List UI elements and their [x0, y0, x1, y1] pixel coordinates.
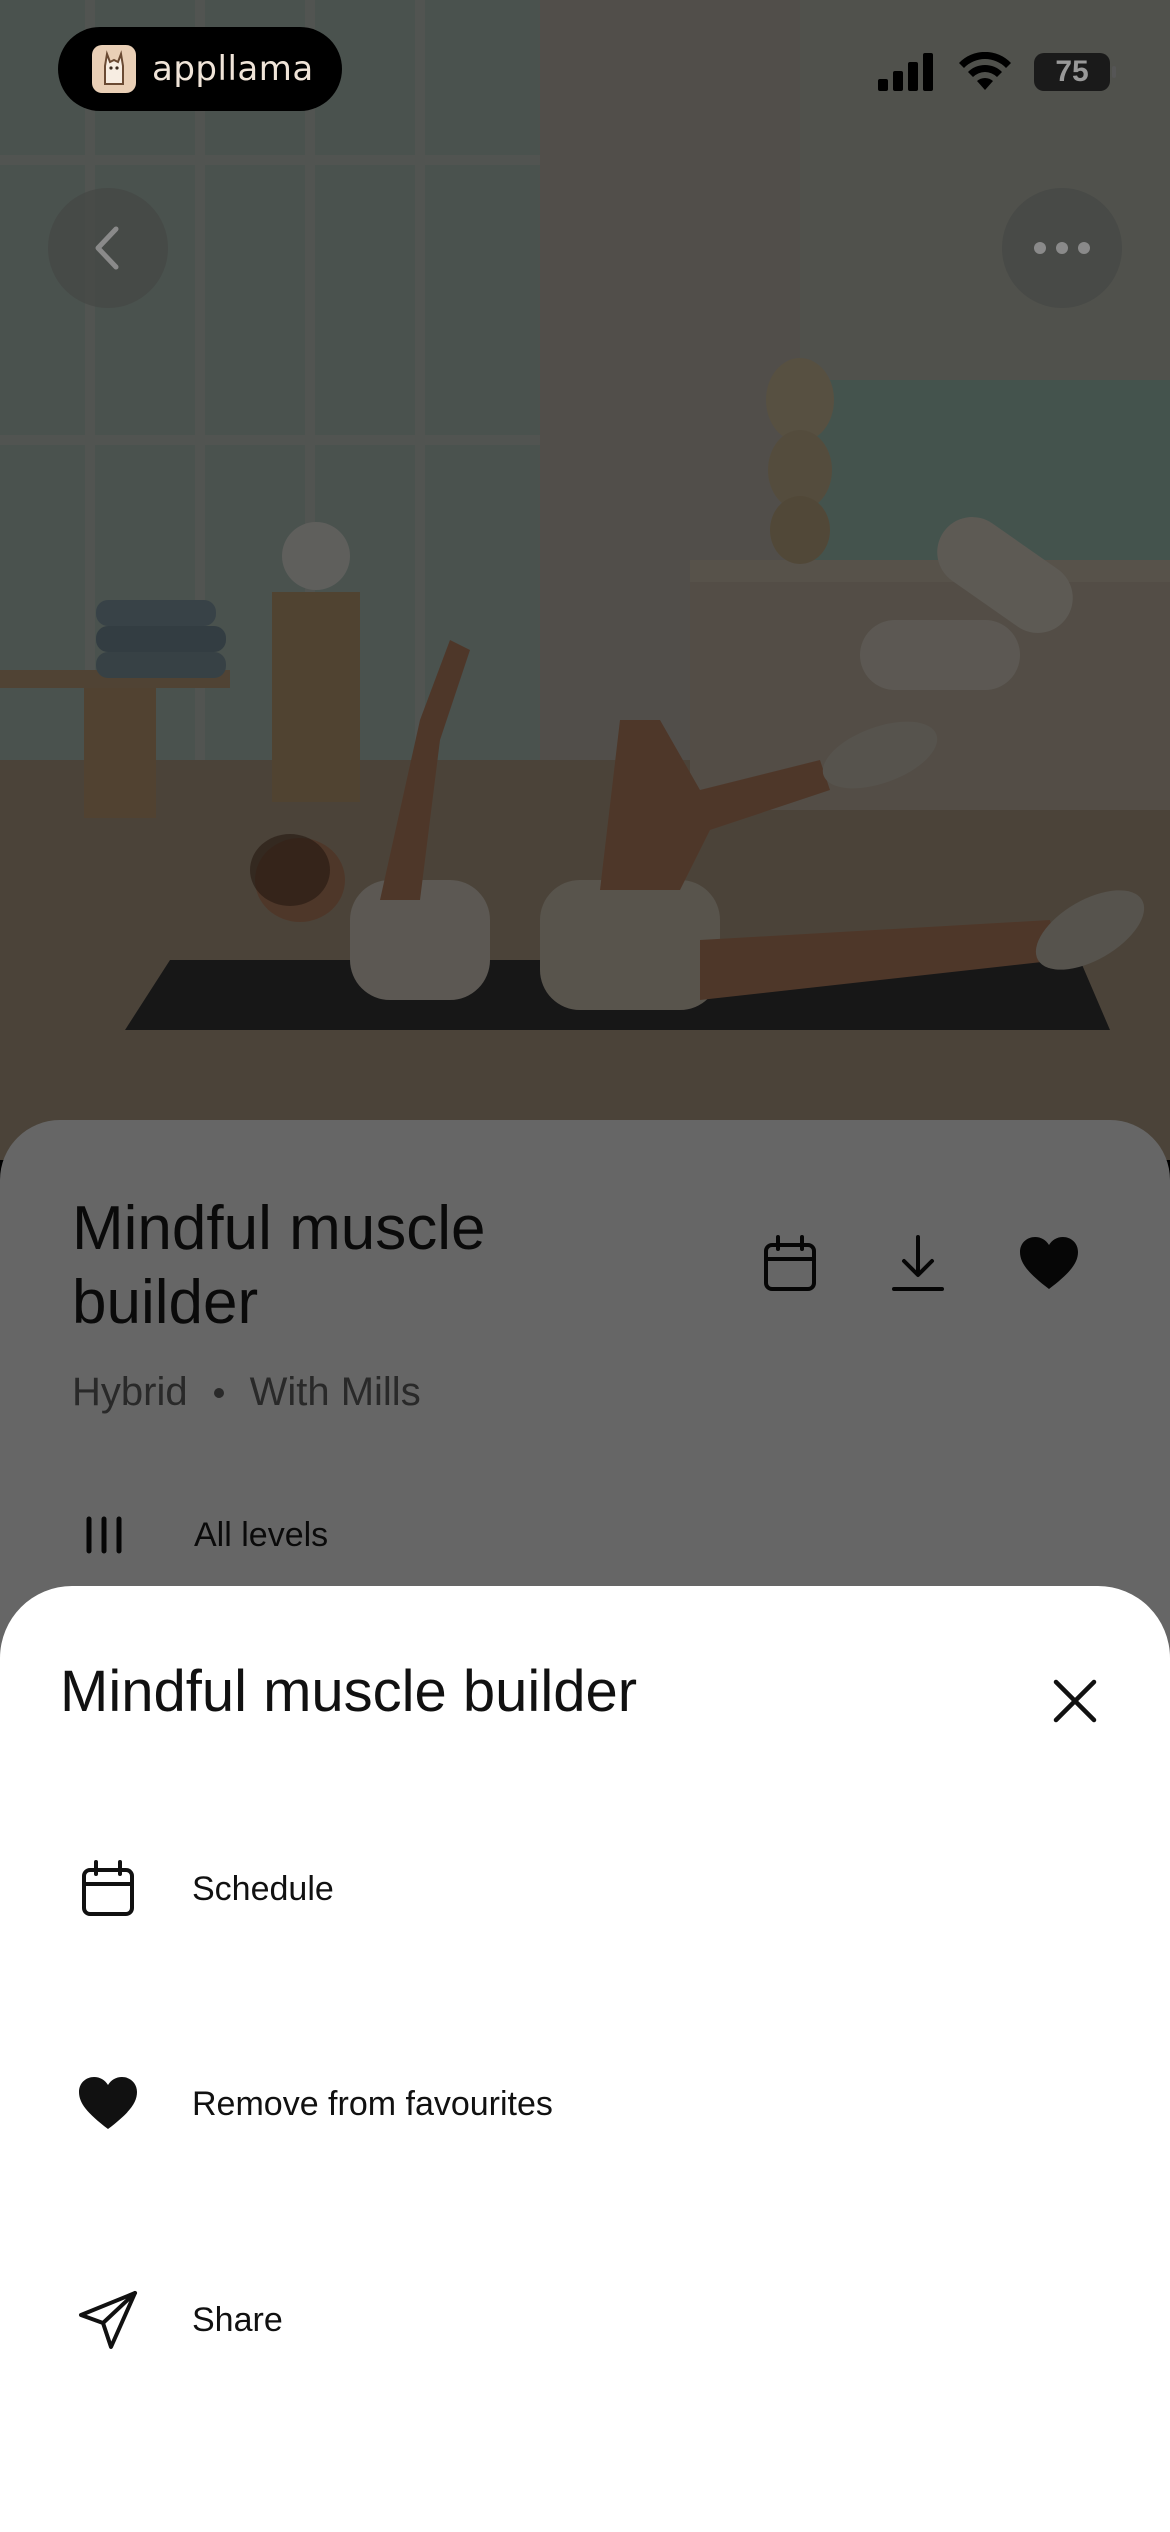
schedule-label: Schedule: [192, 1869, 334, 1908]
level-row: All levels: [84, 1515, 328, 1555]
app-indicator-pill: appllama: [58, 27, 342, 111]
close-icon: [1053, 1679, 1097, 1723]
schedule-option[interactable]: Schedule: [70, 1829, 1100, 1949]
wifi-icon: [959, 52, 1011, 90]
sheet-title: Mindful muscle builder: [60, 1659, 638, 1724]
battery-level: 75: [1055, 55, 1089, 88]
status-icons: 75: [878, 52, 1116, 92]
calendar-icon[interactable]: [762, 1235, 818, 1293]
workout-title: Mindful muscle builder: [72, 1194, 486, 1337]
heart-icon: [70, 2066, 146, 2142]
share-label: Share: [192, 2300, 283, 2339]
remove-favourite-label: Remove from favourites: [192, 2084, 553, 2123]
share-option[interactable]: Share: [70, 2260, 1100, 2380]
hero-image: [0, 0, 1170, 1160]
workout-photo: [0, 0, 1170, 1160]
download-icon[interactable]: [890, 1235, 946, 1293]
battery-icon: 75: [1034, 53, 1116, 91]
back-chevron-icon: [95, 226, 119, 270]
send-icon: [70, 2282, 146, 2358]
app-name: appllama: [152, 49, 314, 89]
signal-icon: [878, 53, 933, 91]
workout-instructor: With Mills: [249, 1370, 421, 1414]
more-dots-icon: [1034, 242, 1090, 254]
heart-icon[interactable]: [1018, 1235, 1080, 1293]
workout-actions: [762, 1235, 1080, 1293]
meta-separator: [213, 1387, 224, 1398]
remove-favourite-option[interactable]: Remove from favourites: [70, 2044, 1100, 2164]
level-bars-icon: [86, 1516, 122, 1554]
calendar-icon: [70, 1851, 146, 1927]
close-button[interactable]: [1040, 1666, 1110, 1736]
app-logo-icon: [92, 45, 136, 93]
more-options-button[interactable]: [1002, 188, 1122, 308]
level-label: All levels: [194, 1515, 329, 1554]
workout-category: Hybrid: [72, 1370, 188, 1414]
workout-meta: Hybrid With Mills: [72, 1370, 421, 1415]
options-bottom-sheet: Mindful muscle builder Schedule Remove f…: [0, 1586, 1170, 2532]
back-button[interactable]: [48, 188, 168, 308]
